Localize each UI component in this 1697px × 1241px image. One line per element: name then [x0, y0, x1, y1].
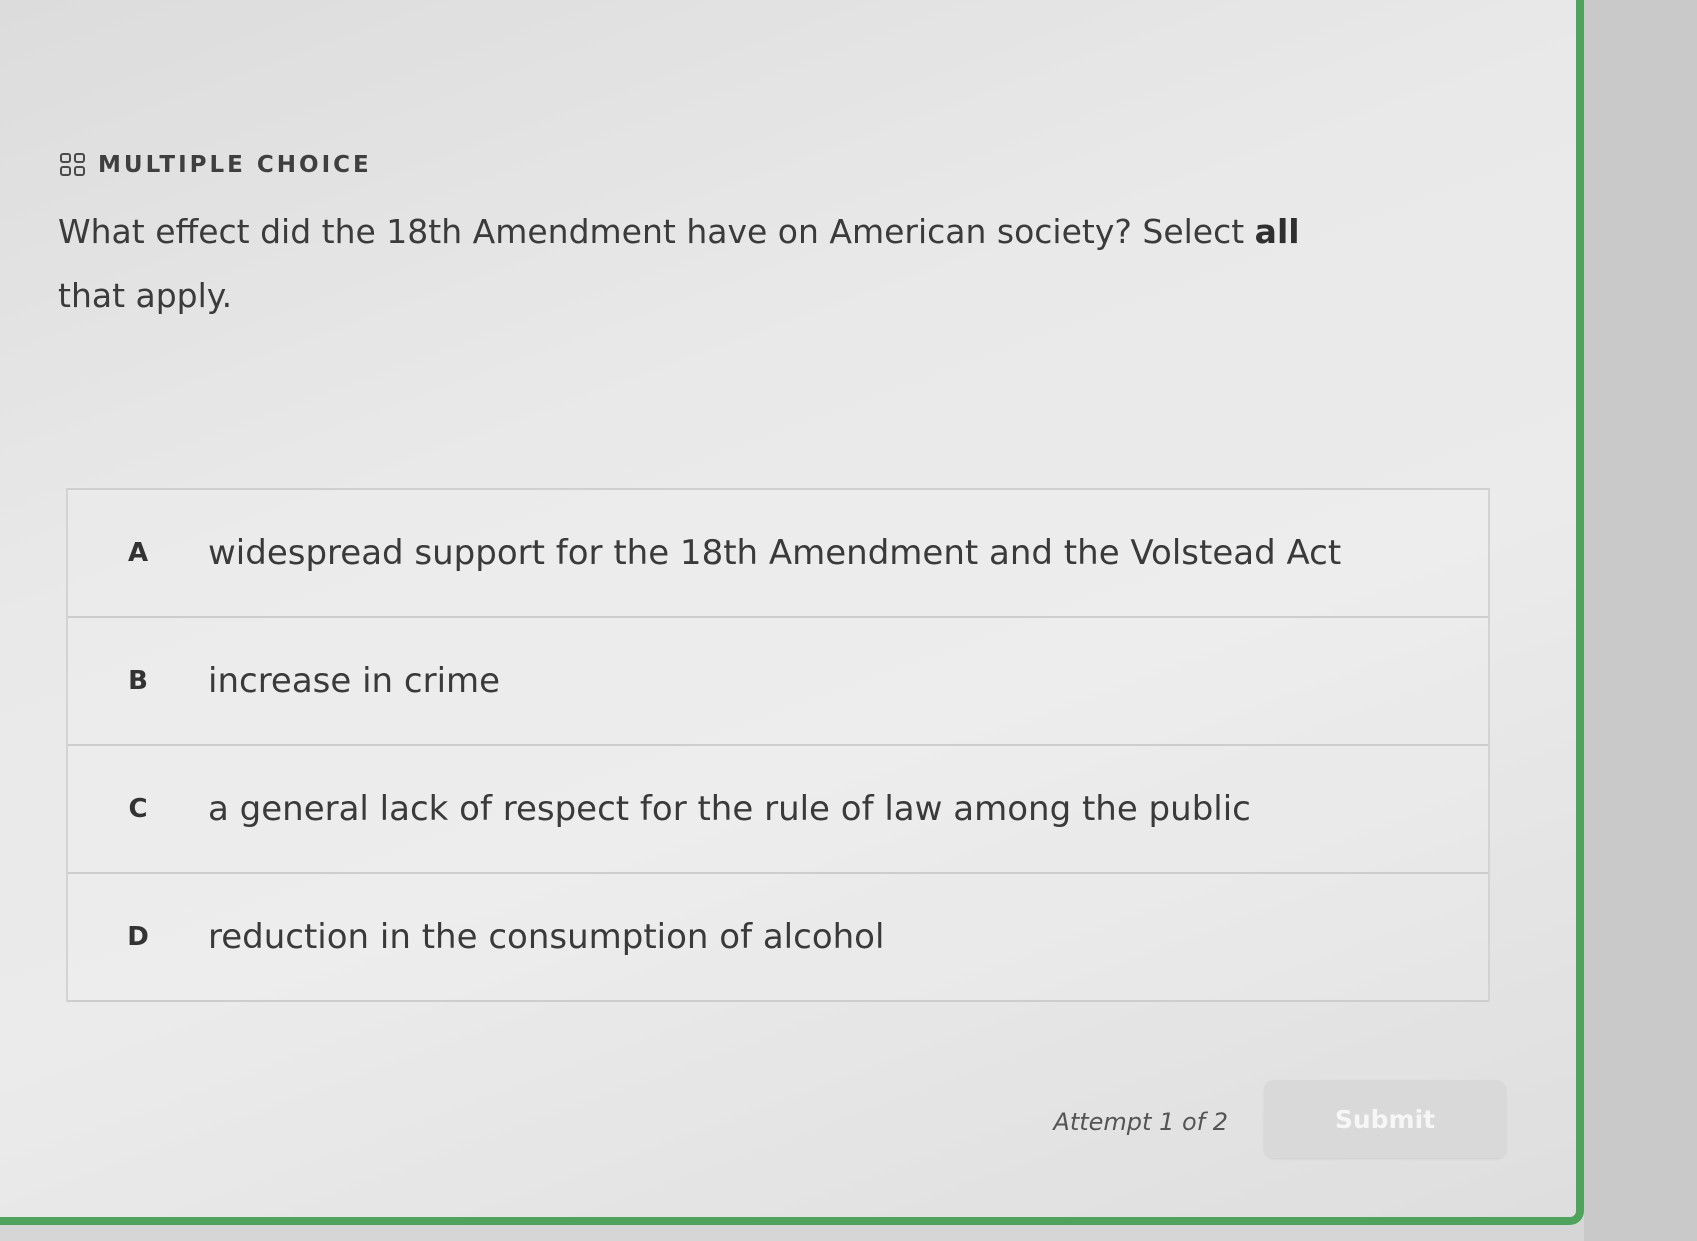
question-card: MULTIPLE CHOICE What effect did the 18th… [0, 0, 1584, 1225]
question-text-emphasis: all [1254, 212, 1300, 251]
choice-text: reduction in the consumption of alcohol [208, 917, 885, 957]
grid-icon [60, 153, 86, 177]
question-type-header: MULTIPLE CHOICE [60, 152, 372, 178]
choice-text: increase in crime [208, 661, 501, 701]
choice-text: widespread support for the 18th Amendmen… [208, 533, 1342, 573]
question-type-label: MULTIPLE CHOICE [98, 152, 372, 178]
choice-c[interactable]: C a general lack of respect for the rule… [68, 746, 1488, 874]
attempt-counter: Attempt 1 of 2 [1053, 1108, 1228, 1136]
question-text-start: What effect did the 18th Amendment have … [58, 212, 1255, 251]
submit-button[interactable]: Submit [1264, 1080, 1506, 1158]
choice-b[interactable]: B increase in crime [68, 618, 1488, 746]
question-prompt: What effect did the 18th Amendment have … [58, 200, 1318, 328]
choice-letter: B [128, 666, 148, 696]
choice-d[interactable]: D reduction in the consumption of alcoho… [68, 874, 1488, 1002]
question-footer: Attempt 1 of 2 Submit [0, 1080, 1510, 1160]
question-text-end: that apply. [58, 276, 233, 315]
choice-text: a general lack of respect for the rule o… [208, 789, 1251, 829]
choice-letter: A [127, 538, 149, 568]
choice-a[interactable]: A widespread support for the 18th Amendm… [68, 490, 1488, 618]
answer-choices: A widespread support for the 18th Amendm… [66, 488, 1490, 1002]
choice-letter: D [127, 922, 149, 952]
choice-letter: C [128, 794, 148, 824]
page-background [1584, 0, 1697, 1241]
